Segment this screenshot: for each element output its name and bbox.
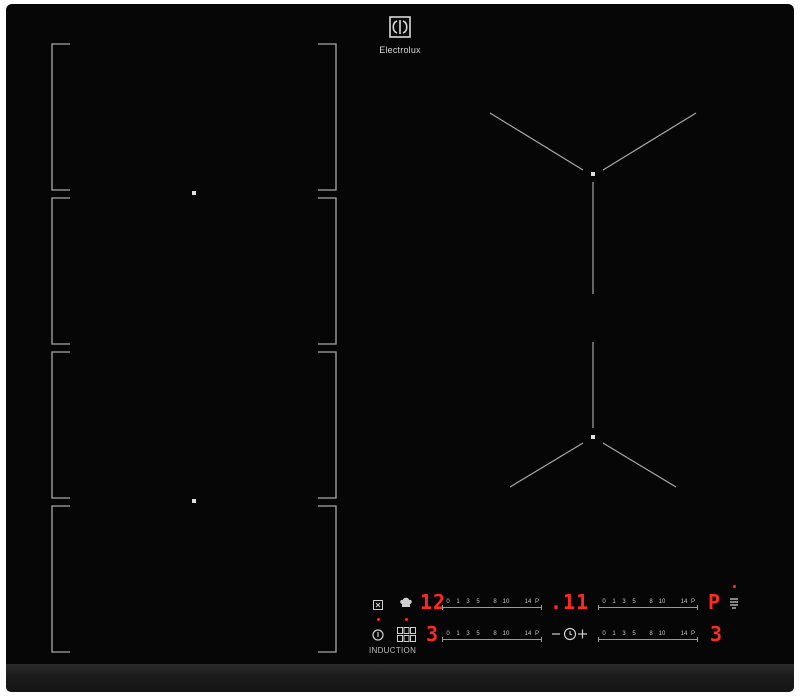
slider-tick-labels: 0 1 3 5 8 10 14 P bbox=[442, 630, 542, 638]
tick-10: 10 bbox=[502, 599, 510, 605]
electrolux-logo-icon bbox=[389, 16, 411, 38]
zone-1-right-bracket bbox=[318, 43, 337, 191]
slider-track[interactable] bbox=[442, 637, 542, 642]
tick-0: 0 bbox=[446, 631, 450, 637]
hob-hood-icon[interactable] bbox=[729, 596, 739, 614]
lock-icon[interactable] bbox=[373, 597, 383, 615]
brand-name: Electrolux bbox=[379, 45, 421, 55]
tick-5: 5 bbox=[632, 631, 636, 637]
tick-14: 14 bbox=[524, 599, 532, 605]
tick-1: 1 bbox=[456, 599, 460, 605]
right-zone-top-left-line bbox=[489, 112, 584, 171]
tick-0: 0 bbox=[602, 631, 606, 637]
zone-4-right-bracket bbox=[318, 505, 337, 653]
slider-tick-labels: 0 1 3 5 8 10 14 P bbox=[598, 598, 698, 606]
tick-1: 1 bbox=[456, 631, 460, 637]
heat-slider-row2-left[interactable]: 0 1 3 5 8 10 14 P bbox=[442, 630, 542, 644]
power-icon[interactable] bbox=[372, 628, 384, 646]
heat-display-row2-right: 3 bbox=[710, 622, 724, 646]
tick-8: 8 bbox=[493, 599, 497, 605]
tick-p: P bbox=[534, 631, 540, 637]
tick-p: P bbox=[690, 599, 696, 605]
cooking-zones-graphic bbox=[51, 43, 697, 653]
tick-14: 14 bbox=[524, 631, 532, 637]
tick-3: 3 bbox=[466, 599, 470, 605]
power-boost-display: P bbox=[708, 590, 722, 614]
tick-10: 10 bbox=[658, 631, 666, 637]
right-zone-marker-bottom bbox=[591, 435, 595, 439]
zone-marker-lower bbox=[192, 499, 196, 503]
zone-2-left-bracket bbox=[51, 197, 70, 345]
tick-8: 8 bbox=[493, 631, 497, 637]
zone-4-left-bracket bbox=[51, 505, 70, 653]
zone-1-left-bracket bbox=[51, 43, 70, 191]
tick-5: 5 bbox=[476, 599, 480, 605]
tick-5: 5 bbox=[632, 599, 636, 605]
heat-slider-row1-right[interactable]: 0 1 3 5 8 10 14 P bbox=[598, 598, 698, 612]
tick-p: P bbox=[690, 631, 696, 637]
zone-3-right-bracket bbox=[318, 351, 337, 499]
tick-14: 14 bbox=[680, 599, 688, 605]
chef-hat-indicator bbox=[405, 618, 408, 621]
tick-3: 3 bbox=[622, 599, 626, 605]
tick-5: 5 bbox=[476, 631, 480, 637]
tick-1: 1 bbox=[612, 631, 616, 637]
zone-marker-upper bbox=[192, 191, 196, 195]
slider-tick-labels: 0 1 3 5 8 10 14 P bbox=[598, 630, 698, 638]
slider-track[interactable] bbox=[442, 605, 542, 610]
slider-tick-labels: 0 1 3 5 8 10 14 P bbox=[442, 598, 542, 606]
zone-3-left-bracket bbox=[51, 351, 70, 499]
tick-8: 8 bbox=[649, 631, 653, 637]
slider-track[interactable] bbox=[598, 605, 698, 610]
heat-slider-row2-right[interactable]: 0 1 3 5 8 10 14 P bbox=[598, 630, 698, 644]
tick-0: 0 bbox=[602, 599, 606, 605]
tick-p: P bbox=[534, 599, 540, 605]
right-zone-marker-top bbox=[591, 172, 595, 176]
tick-14: 14 bbox=[680, 631, 688, 637]
timer-icon[interactable] bbox=[551, 627, 589, 646]
chef-hat-icon[interactable] bbox=[399, 596, 413, 614]
lock-indicator bbox=[377, 618, 380, 621]
tick-8: 8 bbox=[649, 599, 653, 605]
tick-3: 3 bbox=[466, 631, 470, 637]
induction-label: INDUCTION bbox=[369, 646, 417, 655]
zone-select-icon[interactable] bbox=[397, 627, 417, 648]
right-zone-top-right-line bbox=[602, 112, 697, 171]
zone-2-right-bracket bbox=[318, 197, 337, 345]
tick-10: 10 bbox=[658, 599, 666, 605]
heat-display-center: .11 bbox=[550, 590, 590, 614]
tick-3: 3 bbox=[622, 631, 626, 637]
heat-slider-row1-left[interactable]: 0 1 3 5 8 10 14 P bbox=[442, 598, 542, 612]
right-zone-bottom-left-line bbox=[509, 442, 584, 488]
heat-display-row2-left: 3 bbox=[426, 622, 440, 646]
tick-10: 10 bbox=[502, 631, 510, 637]
slider-track[interactable] bbox=[598, 637, 698, 642]
tick-1: 1 bbox=[612, 599, 616, 605]
right-zone-bottom-right-line bbox=[602, 442, 677, 488]
hob-hood-indicator bbox=[733, 585, 736, 588]
brand-logo: Electrolux bbox=[360, 16, 440, 55]
tick-0: 0 bbox=[446, 599, 450, 605]
